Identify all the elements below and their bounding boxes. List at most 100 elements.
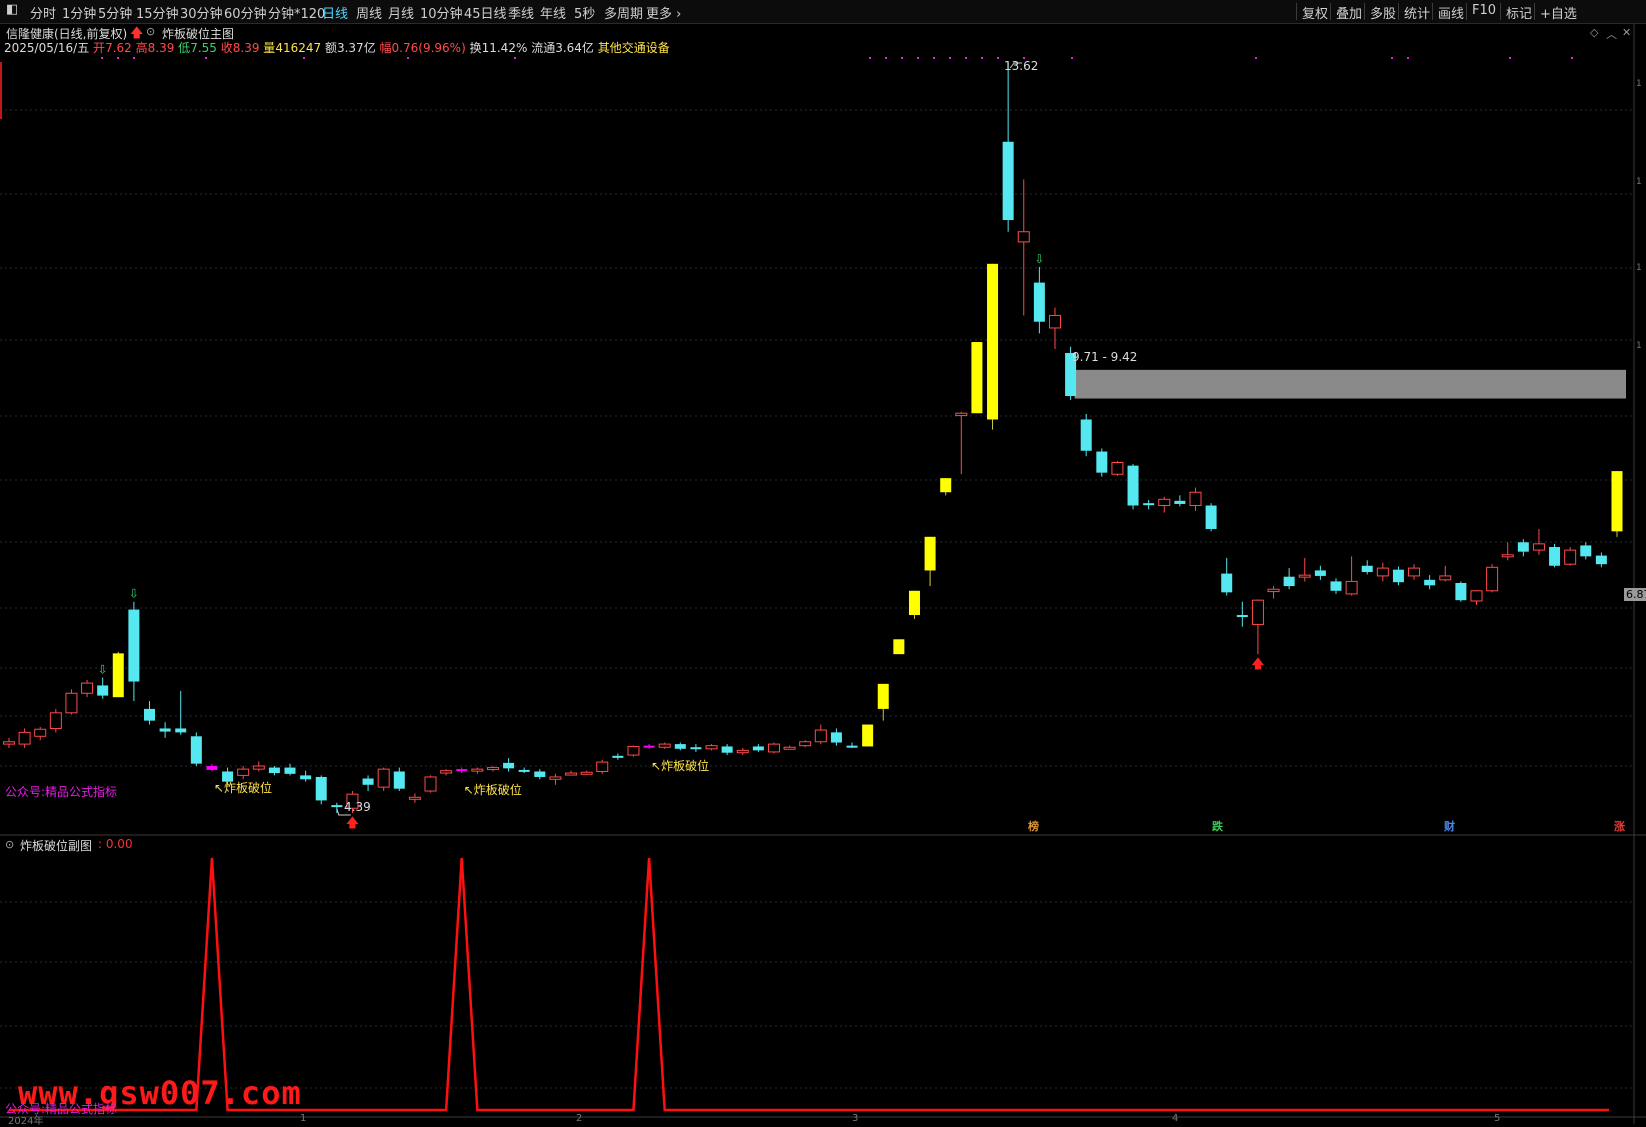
low-value: 7.55	[190, 41, 217, 55]
candle-body-up	[3, 741, 15, 745]
signal-label: ↖炸板破位	[651, 758, 710, 773]
volume-label: 量	[263, 41, 276, 55]
month-tick: 1	[300, 1113, 307, 1124]
sub-indicator-panel[interactable]: ⊙ 炸板破位副图 : 0.00 www.gsw007.com 公众号:精品公式指…	[0, 836, 1646, 1127]
event-badge-0[interactable]: 榜	[1028, 818, 1039, 834]
candle-body-up	[1486, 566, 1499, 592]
candle-body-down	[674, 744, 686, 749]
candle-body-up	[440, 770, 453, 774]
candle-body-signal	[206, 766, 218, 770]
signal-dot	[965, 57, 967, 59]
signal-dot	[303, 57, 305, 59]
period-tab-6[interactable]: 分钟*120	[268, 3, 325, 22]
sub-indicator-toggle-icon[interactable]: ⊙	[5, 838, 14, 851]
candle-body-down	[503, 762, 515, 769]
open-label: 开	[93, 41, 106, 55]
toolbar-item-0[interactable]: 复权	[1302, 3, 1328, 22]
period-tab-2[interactable]: 5分钟	[98, 3, 132, 22]
indicator-dropdown-icon[interactable]: ⊙	[146, 25, 155, 38]
period-tab-7[interactable]: 日线	[322, 3, 348, 22]
sector-label[interactable]: 其他交通设备	[598, 41, 670, 55]
period-tab-15[interactable]: 多周期	[604, 3, 643, 22]
signal-dot	[1255, 57, 1257, 59]
candle-body-down	[518, 769, 530, 772]
period-tab-13[interactable]: 年线	[540, 3, 566, 22]
toolbar-divider	[1534, 3, 1535, 20]
sub-indicator-line	[9, 857, 1609, 1112]
ohlc-info-bar: 2025/05/16/五 开7.62 高8.39 低7.55 收8.39 量41…	[4, 39, 670, 56]
candle-body-limit	[893, 639, 905, 655]
signal-dot	[885, 57, 887, 59]
toolbar-item-1[interactable]: 叠加	[1336, 3, 1362, 22]
candle-body-up	[81, 682, 94, 694]
candle-body-down	[1424, 579, 1436, 586]
period-tab-14[interactable]: 5秒	[574, 3, 595, 22]
candle-body-up	[408, 796, 421, 800]
toolbar-item-7[interactable]: +自选	[1540, 3, 1577, 22]
candle-body-down	[612, 755, 624, 758]
candle-body-down	[1080, 419, 1092, 451]
candle-body-limit	[924, 536, 936, 571]
period-tab-8[interactable]: 周线	[356, 3, 382, 22]
high-value: 8.39	[147, 41, 175, 55]
sub-indicator-value: : 0.00	[98, 837, 133, 851]
candle-body-up	[1564, 549, 1577, 565]
open-value: 7.62	[105, 41, 132, 55]
candle-body-down	[1127, 465, 1139, 506]
toolbar-item-4[interactable]: 画线	[1438, 3, 1464, 22]
signal-dot	[133, 57, 135, 59]
candle-body-down	[331, 805, 343, 808]
period-tab-12[interactable]: 季线	[508, 3, 534, 22]
panel-toggle-icon[interactable]: ◧	[6, 2, 18, 17]
candle-body-down	[268, 767, 280, 774]
event-badge-3[interactable]: 涨	[1614, 818, 1625, 834]
event-badge-1[interactable]: 跌	[1212, 818, 1223, 834]
toolbar-item-3[interactable]: 统计	[1404, 3, 1430, 22]
period-tab-4[interactable]: 30分钟	[180, 3, 223, 22]
period-tab-16[interactable]: 更多 ›	[646, 3, 681, 22]
period-tab-9[interactable]: 月线	[388, 3, 414, 22]
candle-body-down	[362, 778, 374, 785]
event-badge-2[interactable]: 财	[1444, 818, 1455, 834]
toolbar-item-2[interactable]: 多股	[1370, 3, 1396, 22]
toolbar-item-6[interactable]: 标记	[1506, 3, 1532, 22]
high-label: 高	[135, 41, 148, 55]
candle-body-up	[424, 776, 437, 792]
period-tab-0[interactable]: 分时	[30, 3, 56, 22]
close-value: 8.39	[232, 41, 260, 55]
candle-body-down	[1314, 570, 1326, 576]
candle-body-down	[315, 776, 327, 801]
candle-body-limit	[940, 478, 952, 493]
period-tab-1[interactable]: 1分钟	[62, 3, 96, 22]
sub-indicator-title[interactable]: 炸板破位副图	[20, 837, 92, 854]
toolbar-divider	[1296, 3, 1297, 20]
signal-dot	[869, 57, 871, 59]
candle-body-up	[1017, 231, 1030, 243]
amount-label: 额	[324, 41, 337, 55]
candle-body-up	[783, 746, 796, 750]
toolbar-item-5[interactable]: F10	[1472, 3, 1496, 18]
signal-dot	[1391, 57, 1393, 59]
signal-label: ↖炸板破位	[463, 783, 522, 798]
candle-body-limit	[908, 590, 920, 616]
candle-body-down	[534, 771, 546, 777]
chevron-up-icon[interactable]: ︿	[1606, 26, 1617, 42]
period-tab-10[interactable]: 10分钟	[420, 3, 463, 22]
signal-dot	[1571, 57, 1573, 59]
diamond-icon[interactable]: ◇	[1590, 26, 1598, 39]
period-tab-3[interactable]: 15分钟	[136, 3, 179, 22]
period-tab-5[interactable]: 60分钟	[224, 3, 267, 22]
candle-body-up	[1532, 543, 1545, 551]
candlestick-chart[interactable]: ⇩ ⇩ 🡅 ⇩ 🡅	[0, 24, 1646, 836]
candle-body-up	[627, 745, 640, 756]
down-arrow-icon: ⇩	[129, 587, 139, 601]
signal-dot	[1407, 57, 1409, 59]
candle-body-down	[1205, 505, 1217, 529]
period-tab-11[interactable]: 45日线	[464, 3, 507, 22]
candle-body-down	[144, 708, 156, 721]
change-label: 幅	[379, 41, 392, 55]
candle-body-up	[1408, 567, 1421, 577]
date-label: 2025/05/16/五	[4, 41, 90, 55]
main-chart-panel[interactable]: ⇩ ⇩ 🡅 ⇩ 🡅 信隆健康(日线,前复权) 🡅 ⊙ 炸板破位主图 2025/05/16…	[0, 24, 1646, 836]
close-icon[interactable]: ✕	[1622, 26, 1631, 39]
